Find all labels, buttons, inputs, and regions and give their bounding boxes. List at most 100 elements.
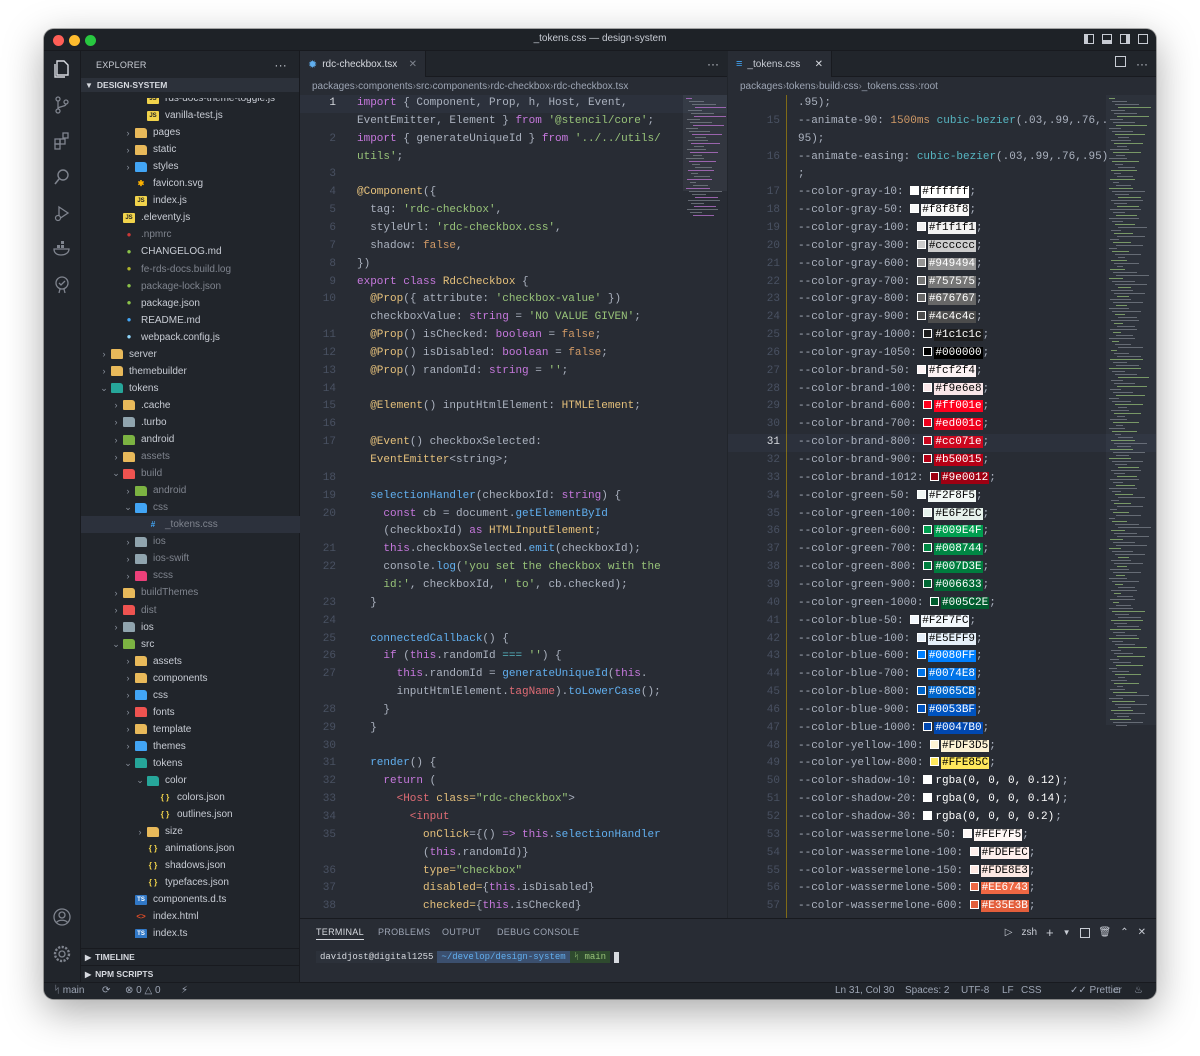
problems-status[interactable]: ⊗ 0 △ 0 <box>125 985 161 996</box>
color-swatch[interactable] <box>969 864 979 874</box>
code-line[interactable]: 21 this.checkboxSelected.emit(checkboxId… <box>300 541 727 559</box>
code-line[interactable]: 1 import { Component, Prop, h, Host, Even… <box>300 95 727 113</box>
code-line[interactable]: 56 --color-wassermelone-500: #EE6743; <box>728 880 1156 898</box>
tree-folder[interactable]: › .cache <box>81 397 300 414</box>
panel-tab-terminal[interactable]: TERMINAL <box>316 927 364 940</box>
color-swatch[interactable] <box>916 489 926 499</box>
code-line[interactable]: 19 selectionHandler(checkboxId: string) … <box>300 488 727 506</box>
tree-folder[interactable]: › size <box>81 823 300 840</box>
color-swatch[interactable] <box>923 811 933 820</box>
color-swatch[interactable] <box>910 204 920 214</box>
color-swatch[interactable] <box>923 578 933 588</box>
color-swatch[interactable] <box>916 632 926 642</box>
terminal-shell-icon[interactable]: ▷ <box>1005 927 1013 938</box>
code-line[interactable]: 46 --color-blue-900: #0053BF; <box>728 702 1156 720</box>
code-line[interactable]: 24 --color-gray-900: #4c4c4c; <box>728 309 1156 327</box>
code-line[interactable]: 32 --color-brand-900: #b50015; <box>728 452 1156 470</box>
source-control-icon[interactable] <box>52 95 72 115</box>
branch-status[interactable]: ᛋ main <box>54 985 84 996</box>
code-line[interactable]: 53 --color-wassermelone-50: #FEF7F5; <box>728 827 1156 845</box>
tree-folder[interactable]: ⌄ tokens <box>81 755 300 772</box>
color-swatch[interactable] <box>923 525 933 535</box>
tree-folder[interactable]: › server <box>81 346 300 363</box>
search-icon[interactable] <box>52 167 72 187</box>
more-actions-icon[interactable]: ··· <box>707 57 719 71</box>
code-line[interactable]: 11 @Prop() isChecked: boolean = false; <box>300 327 727 345</box>
code-line[interactable]: 95); <box>728 131 1156 149</box>
code-line[interactable]: 17 @Event() checkboxSelected: <box>300 434 727 452</box>
code-line[interactable]: id:', checkboxId, ' to', cb.checked); <box>300 577 727 595</box>
color-swatch[interactable] <box>916 293 926 303</box>
breadcrumb-item[interactable]: components <box>433 81 487 92</box>
code-line[interactable]: 36 --color-green-600: #009E4F; <box>728 523 1156 541</box>
code-line[interactable]: utils'; <box>300 149 727 167</box>
code-line[interactable]: 55 --color-wassermelone-150: #FDE8E3; <box>728 863 1156 881</box>
code-line[interactable]: 27 this.randomId = generateUniqueId(this… <box>300 666 727 684</box>
tree-file[interactable]: JS .eleventy.js <box>81 209 300 226</box>
run-debug-icon[interactable] <box>52 203 72 223</box>
code-line[interactable]: 23 } <box>300 595 727 613</box>
tree-folder[interactable]: › assets <box>81 653 300 670</box>
end-of-line[interactable]: LF <box>1002 985 1014 996</box>
breadcrumb-item[interactable]: components <box>358 81 412 92</box>
color-swatch[interactable] <box>916 257 926 267</box>
panel-tab-problems[interactable]: PROBLEMS <box>378 927 430 937</box>
code-line[interactable]: 44 --color-blue-700: #0074E8; <box>728 666 1156 684</box>
code-line[interactable]: 38 --color-green-800: #007D3E; <box>728 559 1156 577</box>
tree-folder[interactable]: › dist <box>81 602 300 619</box>
tree-file[interactable]: ● .npmrc <box>81 226 300 243</box>
code-line[interactable]: (this.randomId)} <box>300 845 727 863</box>
tree-folder[interactable]: › styles <box>81 158 300 175</box>
toggle-panel-icon[interactable] <box>1102 34 1112 44</box>
code-line[interactable]: 33 --color-brand-1012: #9e0012; <box>728 470 1156 488</box>
code-line[interactable]: 20 --color-gray-300: #cccccc; <box>728 238 1156 256</box>
code-line[interactable]: 30 <box>300 738 727 756</box>
code-line[interactable]: 7 shadow: false, <box>300 238 727 256</box>
code-line[interactable]: checkboxValue: string = 'NO VALUE GIVEN'… <box>300 309 727 327</box>
color-swatch[interactable] <box>916 275 926 285</box>
code-line[interactable]: 3 <box>300 166 727 184</box>
color-swatch[interactable] <box>923 721 933 731</box>
code-line[interactable]: 18 --color-gray-50: #f8f8f8; <box>728 202 1156 220</box>
code-line[interactable]: 5 tag: 'rdc-checkbox', <box>300 202 727 220</box>
code-line[interactable]: 10 @Prop({ attribute: 'checkbox-value' }… <box>300 291 727 309</box>
breadcrumb-item[interactable]: :root <box>918 81 938 92</box>
color-swatch[interactable] <box>916 239 926 249</box>
code-line[interactable]: 23 --color-gray-800: #676767; <box>728 291 1156 309</box>
code-line[interactable]: 31 render() { <box>300 755 727 773</box>
color-swatch[interactable] <box>923 561 933 571</box>
color-swatch[interactable] <box>923 543 933 553</box>
code-line[interactable]: 14 <box>300 381 727 399</box>
tree-folder[interactable]: › scss <box>81 567 300 584</box>
code-line[interactable]: 16 <box>300 416 727 434</box>
tree-file[interactable]: ● README.md <box>81 312 300 329</box>
close-panel-icon[interactable]: ✕ <box>1138 927 1146 938</box>
code-line[interactable]: inputHtmlElement.tagName).toLowerCase(); <box>300 684 727 702</box>
tree-file[interactable]: JS rds-docs-theme-toggle.js <box>81 98 300 107</box>
explorer-icon[interactable] <box>52 59 72 79</box>
code-line[interactable]: 48 --color-yellow-100: #FDF3D5; <box>728 738 1156 756</box>
tree-file[interactable]: { } outlines.json <box>81 806 300 823</box>
tree-file[interactable]: { } shadows.json <box>81 857 300 874</box>
color-swatch[interactable] <box>930 471 940 481</box>
toggle-sidebar-icon[interactable] <box>1084 34 1094 44</box>
customize-layout-icon[interactable] <box>1138 34 1148 44</box>
breadcrumb-item[interactable]: build <box>819 81 840 92</box>
code-line[interactable]: 41 --color-blue-50: #F2F7FC; <box>728 613 1156 631</box>
maximize-panel-icon[interactable]: ⌃ <box>1120 927 1128 938</box>
tree-file[interactable]: TS index.ts <box>81 925 300 938</box>
code-line[interactable]: 31 --color-brand-800: #cc071e; <box>728 434 1156 453</box>
code-line[interactable]: 34 <input <box>300 809 727 827</box>
tab-tokens-css[interactable]: ≡ _tokens.css ✕ <box>728 51 832 77</box>
color-swatch[interactable] <box>930 596 940 606</box>
code-line[interactable]: 36 type="checkbox" <box>300 863 727 881</box>
trash-icon[interactable]: 🗑 <box>1099 927 1112 938</box>
color-swatch[interactable] <box>923 775 933 785</box>
code-line[interactable]: 28 --color-brand-100: #f9e6e8; <box>728 381 1156 399</box>
close-icon[interactable]: ✕ <box>409 59 417 70</box>
tab-rdc-checkbox[interactable]: ✹ rdc-checkbox.tsx ✕ <box>300 51 426 77</box>
color-swatch[interactable] <box>969 900 979 910</box>
tree-folder[interactable]: › pages <box>81 124 300 141</box>
tree-file[interactable]: JS index.js <box>81 192 300 209</box>
code-line[interactable]: 43 --color-blue-600: #0080FF; <box>728 648 1156 666</box>
